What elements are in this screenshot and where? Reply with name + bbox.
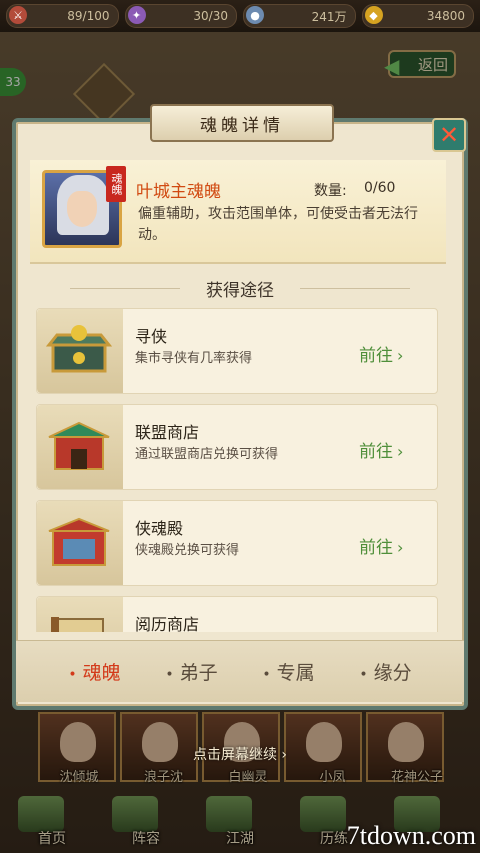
silver-resource[interactable]: ● 241万 (243, 4, 356, 28)
item-description: 偏重辅助，攻击范围单体，可使受击者无法行动。 (138, 206, 418, 243)
chevron-right-icon: › (397, 346, 404, 365)
source-icon-box (37, 309, 123, 393)
source-name: 联盟商店 (135, 423, 200, 442)
item-name: 叶城主魂魄 (136, 182, 221, 202)
tab-dot: • (68, 667, 77, 683)
stamina-icon: ⚔ (9, 6, 27, 24)
alliance-shop-icon (48, 421, 110, 470)
gold-icon: ◆ (364, 6, 383, 24)
stamina-resource[interactable]: ⚔ 89/100 (6, 4, 119, 28)
go-button[interactable]: 前往 › (359, 533, 403, 558)
go-label: 前往 (359, 442, 393, 462)
count-label: 数量: (314, 183, 347, 199)
tab-label: 缘分 (373, 662, 412, 684)
tab-soul[interactable]: • 魂魄 (68, 658, 120, 685)
count-value: 0/60 (364, 180, 396, 196)
portrait-face (67, 191, 97, 227)
close-button[interactable]: ✕ (432, 118, 466, 152)
scroll-shop-icon (51, 617, 104, 632)
close-icon: ✕ (438, 121, 460, 149)
source-icon-box (37, 597, 123, 632)
gold-resource[interactable]: ◆ 34800 (361, 4, 474, 28)
resource-bar: ⚔ 89/100 ✦ 30/30 ● 241万 ◆ 34800 (0, 0, 480, 32)
gold-value: 34800 (426, 9, 465, 23)
source-row-soul-hall[interactable]: 侠魂殿 侠魂殿兑换可获得 前往 › (36, 500, 438, 586)
chevron-right-icon: › (397, 538, 404, 557)
silver-value: 241万 (311, 9, 347, 24)
tab-dot: • (262, 667, 271, 683)
source-icon-box (37, 405, 123, 489)
source-row-scroll-shop[interactable]: 阅历商店 (36, 596, 438, 632)
source-name: 阅历商店 (135, 615, 200, 632)
source-list[interactable]: 寻侠 集市寻侠有几率获得 前往 › 联盟商店 通过联盟商店兑换可获得 前往 › 侠魂… (36, 308, 438, 632)
chevron-right-icon: › (397, 442, 404, 461)
source-row-xunxia[interactable]: 寻侠 集市寻侠有几率获得 前往 › (36, 308, 438, 394)
source-name: 侠魂殿 (135, 519, 184, 538)
detail-tabs: • 魂魄 • 弟子 • 专属 • 缘分 (16, 640, 464, 702)
treasure-chest-icon (45, 325, 113, 373)
soul-hall-icon (48, 517, 110, 566)
energy-resource[interactable]: ✦ 30/30 (124, 4, 237, 28)
source-desc: 侠魂殿兑换可获得 (135, 543, 240, 558)
tab-label: 魂魄 (82, 662, 121, 684)
dialog-title: 魂魄详情 (150, 104, 334, 142)
watermark: 7tdown.com (346, 821, 476, 850)
tab-label: 弟子 (179, 662, 218, 684)
source-desc: 集市寻侠有几率获得 (135, 351, 253, 366)
tab-label: 专属 (276, 662, 315, 684)
go-button[interactable]: 前往 › (359, 437, 403, 462)
tab-exclusive[interactable]: • 专属 (262, 658, 314, 685)
silver-icon: ● (246, 6, 264, 24)
source-name: 寻侠 (135, 327, 168, 346)
tab-dot: • (165, 667, 174, 683)
source-row-alliance-shop[interactable]: 联盟商店 通过联盟商店兑换可获得 前往 › (36, 404, 438, 490)
tab-fate[interactable]: • 缘分 (359, 658, 411, 685)
stamina-value: 89/100 (67, 9, 110, 23)
tap-to-continue[interactable]: 点击屏幕继续 › (0, 744, 480, 764)
go-label: 前往 (359, 346, 393, 366)
go-button[interactable]: 前往 › (359, 341, 403, 366)
go-label: 前往 (359, 538, 393, 558)
source-desc: 通过联盟商店兑换可获得 (135, 447, 279, 462)
energy-value: 30/30 (193, 9, 228, 23)
tab-disciple[interactable]: • 弟子 (165, 658, 217, 685)
tab-dot: • (359, 667, 368, 683)
soul-tag-badge: 魂魄 (106, 166, 126, 202)
acquire-section-title: 获得途径 (0, 276, 480, 301)
energy-icon: ✦ (127, 6, 146, 24)
source-icon-box (37, 501, 123, 585)
